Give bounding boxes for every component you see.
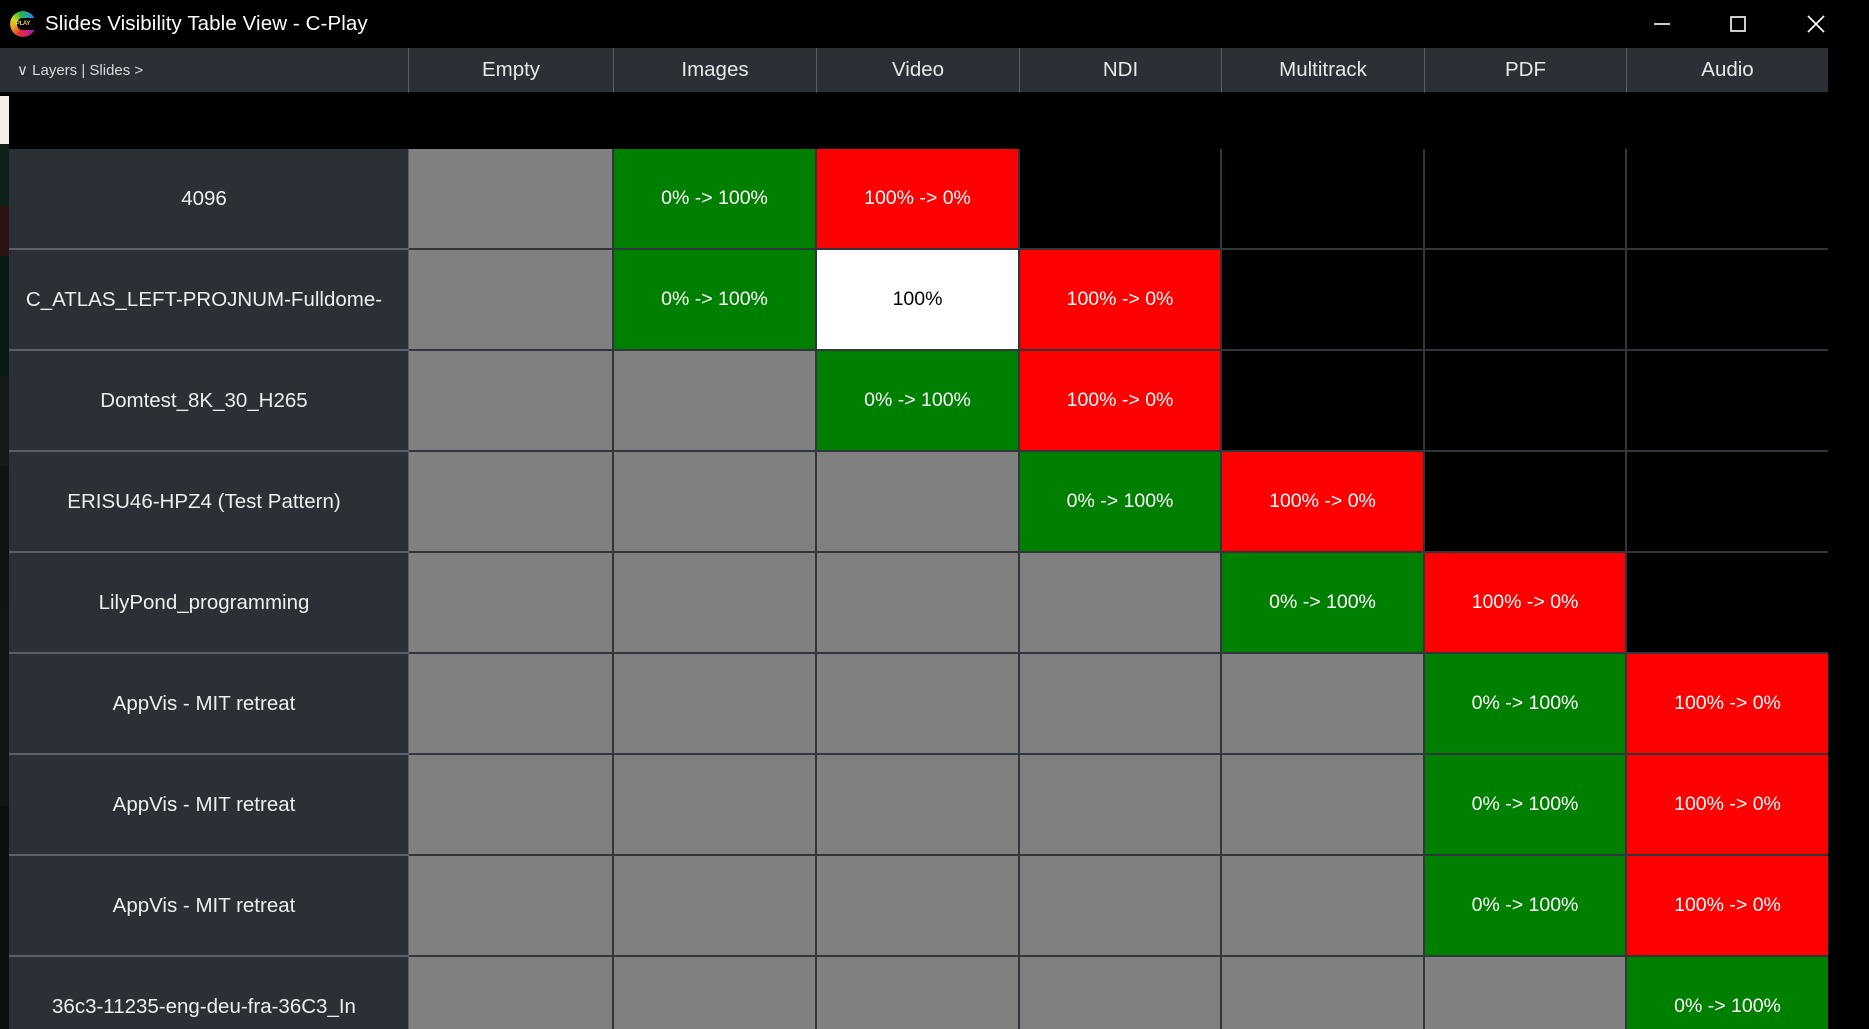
visibility-cell[interactable]: 0% -> 100% [614,250,817,351]
visibility-cell[interactable] [409,654,614,755]
visibility-cell[interactable] [614,351,817,452]
slides-visibility-table: ∨ Layers | Slides > Empty Images Video NDI Mu… [0,48,1869,1029]
visibility-grid: ∨ Layers | Slides > Empty Images Video NDI Mu… [0,48,1869,1029]
visibility-cell[interactable]: 0% -> 100% [1020,452,1222,553]
visibility-cell[interactable] [817,452,1020,553]
c-play-logo-icon: PLAY [10,11,37,37]
visibility-cell[interactable]: 0% -> 100% [1627,957,1828,1029]
visibility-cell[interactable]: 100% -> 0% [1627,654,1828,755]
visibility-cell[interactable] [817,856,1020,957]
visibility-cell[interactable] [817,957,1020,1029]
visibility-cell[interactable]: 100% -> 0% [817,149,1020,250]
visibility-cell[interactable]: 0% -> 100% [1425,654,1627,755]
visibility-cell[interactable] [614,654,817,755]
row-label[interactable]: ERISU46-HPZ4 (Test Pattern) [0,452,409,553]
visibility-cell[interactable] [1627,452,1828,553]
visibility-cell[interactable] [614,957,817,1029]
visibility-cell[interactable] [1020,755,1222,856]
visibility-cell[interactable] [409,553,614,654]
visibility-cell[interactable] [1627,351,1828,452]
visibility-cell[interactable]: 0% -> 100% [1222,553,1425,654]
visibility-cell[interactable] [1222,351,1425,452]
visibility-cell[interactable] [817,654,1020,755]
visibility-cell[interactable]: 100% [817,250,1020,351]
visibility-cell[interactable] [614,856,817,957]
visibility-cell[interactable] [1020,654,1222,755]
visibility-cell[interactable] [1627,149,1828,250]
visibility-cell[interactable] [1425,452,1627,553]
close-icon[interactable] [1793,0,1839,48]
visibility-cell[interactable]: 100% -> 0% [1627,856,1828,957]
visibility-cell[interactable]: 100% -> 0% [1020,351,1222,452]
row-label[interactable]: Domtest_8K_30_H265 [0,351,409,452]
row-label[interactable]: 4096 [0,149,409,250]
visibility-cell[interactable] [1020,553,1222,654]
row-label[interactable]: AppVis - MIT retreat [0,856,409,957]
visibility-cell[interactable]: 100% -> 0% [1020,250,1222,351]
visibility-cell[interactable] [1425,250,1627,351]
window-titlebar: PLAY Slides Visibility Table View - C-Pl… [0,0,1869,48]
minimize-icon[interactable] [1639,0,1685,48]
column-header-empty[interactable]: Empty [409,48,614,93]
visibility-cell[interactable] [817,755,1020,856]
visibility-cell[interactable] [409,755,614,856]
visibility-cell[interactable] [1222,755,1425,856]
visibility-cell[interactable] [1020,856,1222,957]
visibility-cell[interactable] [1222,856,1425,957]
visibility-cell[interactable] [817,553,1020,654]
column-header-pdf[interactable]: PDF [1425,48,1627,93]
visibility-cell[interactable] [614,553,817,654]
window-controls [1639,0,1869,48]
visibility-cell[interactable] [1627,553,1828,654]
layers-slides-toggle[interactable]: ∨ Layers | Slides > [0,48,409,93]
column-header-ndi[interactable]: NDI [1020,48,1222,93]
visibility-cell[interactable] [1425,957,1627,1029]
row-label[interactable]: AppVis - MIT retreat [0,755,409,856]
visibility-cell[interactable] [409,452,614,553]
visibility-cell[interactable] [409,149,614,250]
visibility-cell[interactable] [409,957,614,1029]
visibility-cell[interactable]: 100% -> 0% [1627,755,1828,856]
visibility-cell[interactable]: 0% -> 100% [817,351,1020,452]
visibility-cell[interactable] [1425,149,1627,250]
visibility-cell[interactable]: 100% -> 0% [1425,553,1627,654]
visibility-cell[interactable] [409,250,614,351]
visibility-cell[interactable] [1020,149,1222,250]
visibility-cell[interactable] [1222,654,1425,755]
visibility-cell[interactable] [409,856,614,957]
visibility-cell[interactable] [409,351,614,452]
visibility-cell[interactable]: 0% -> 100% [614,149,817,250]
row-label[interactable]: AppVis - MIT retreat [0,654,409,755]
column-header-multitrack[interactable]: Multitrack [1222,48,1425,93]
maximize-icon[interactable] [1715,0,1761,48]
visibility-cell[interactable] [1020,957,1222,1029]
column-header-images[interactable]: Images [614,48,817,93]
visibility-cell[interactable] [1425,351,1627,452]
window-title: Slides Visibility Table View - C-Play [45,12,368,35]
visibility-cell[interactable] [614,452,817,553]
column-header-audio[interactable]: Audio [1627,48,1828,93]
visibility-cell[interactable]: 0% -> 100% [1425,755,1627,856]
visibility-cell[interactable] [1627,250,1828,351]
visibility-cell[interactable] [614,755,817,856]
row-label[interactable]: LilyPond_programming [0,553,409,654]
visibility-cell[interactable] [1222,149,1425,250]
visibility-cell[interactable] [1222,250,1425,351]
visibility-cell[interactable]: 0% -> 100% [1425,856,1627,957]
visibility-cell[interactable] [1222,957,1425,1029]
row-label[interactable]: 36c3-11235-eng-deu-fra-36C3_In [0,957,409,1029]
column-header-video[interactable]: Video [817,48,1020,93]
row-label[interactable]: C_ATLAS_LEFT-PROJNUM-Fulldome- [0,250,409,351]
visibility-cell[interactable]: 100% -> 0% [1222,452,1425,553]
